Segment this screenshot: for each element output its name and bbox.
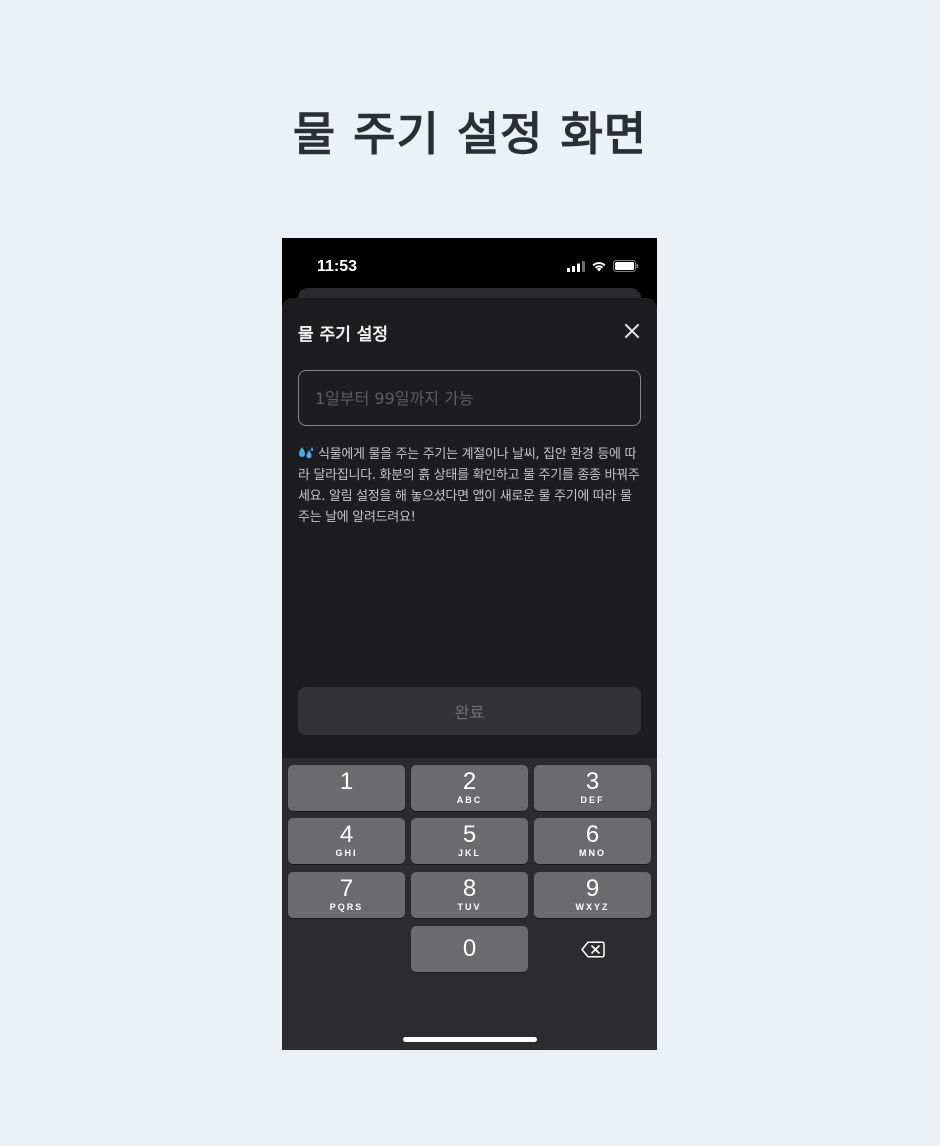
key-number: 3 [585, 768, 600, 795]
key-letters: GHI [335, 848, 358, 858]
close-icon[interactable] [623, 322, 641, 340]
status-time: 11:53 [317, 258, 358, 275]
droplets-emoji [299, 447, 314, 459]
key-9[interactable]: 9 WXYZ [534, 872, 651, 918]
key-3[interactable]: 3 DEF [534, 765, 651, 811]
key-number: 2 [462, 768, 477, 795]
key-0[interactable]: 0 [411, 926, 528, 972]
status-icons [567, 260, 639, 272]
key-letters: DEF [580, 795, 605, 805]
key-number: 5 [462, 821, 477, 848]
status-bar: 11:53 [282, 238, 657, 288]
key-5[interactable]: 5 JKL [411, 818, 528, 864]
key-letters: MNO [579, 848, 606, 858]
key-letters: WXYZ [575, 902, 610, 912]
water-cycle-input-box [298, 370, 641, 426]
key-letters: ABC [456, 795, 483, 805]
key-letters: PQRS [329, 902, 364, 912]
key-number: 0 [462, 935, 477, 962]
key-2[interactable]: 2 ABC [411, 765, 528, 811]
page-heading: 물 주기 설정 화면 [292, 107, 648, 161]
backspace-button[interactable] [534, 926, 651, 972]
key-1[interactable]: 1 [288, 765, 405, 811]
key-7[interactable]: 7 PQRS [288, 872, 405, 918]
key-number: 1 [339, 768, 354, 795]
key-6[interactable]: 6 MNO [534, 818, 651, 864]
backspace-icon [580, 940, 605, 958]
key-number: 7 [339, 875, 354, 902]
key-number: 8 [462, 875, 477, 902]
sheet-title: 물 주기 설정 [298, 325, 389, 345]
key-number: 6 [585, 821, 600, 848]
home-indicator [403, 1037, 537, 1042]
key-8[interactable]: 8 TUV [411, 872, 528, 918]
number-keypad: 1 2 ABC 3 DEF 4 GHI 5 JKL 6 MNO 7 PQRS 8 [282, 758, 657, 1050]
battery-icon [613, 260, 639, 272]
key-letters: TUV [457, 902, 482, 912]
key-number: 4 [339, 821, 354, 848]
key-number: 9 [585, 875, 600, 902]
description-text: 식물에게 물을 주는 주기는 계절이나 날씨, 집안 환경 등에 따라 달라집니… [298, 447, 640, 525]
wifi-icon [592, 262, 606, 272]
description: 식물에게 물을 주는 주기는 계절이나 날씨, 집안 환경 등에 따라 달라집니… [298, 444, 643, 528]
key-letters: JKL [457, 848, 481, 858]
key-4[interactable]: 4 GHI [288, 818, 405, 864]
phone-frame: 11:53 물 주기 설정 1일부터 99일까지 가능 식물에게 물을 주는 주… [282, 238, 657, 1050]
water-cycle-sheet: 물 주기 설정 식물에게 물을 주는 주기는 계절이나 날씨, 집안 환경 등에… [282, 298, 657, 758]
water-cycle-input[interactable] [299, 371, 640, 425]
cellular-signal-icon [567, 260, 585, 272]
done-button[interactable]: 완료 [298, 687, 641, 735]
